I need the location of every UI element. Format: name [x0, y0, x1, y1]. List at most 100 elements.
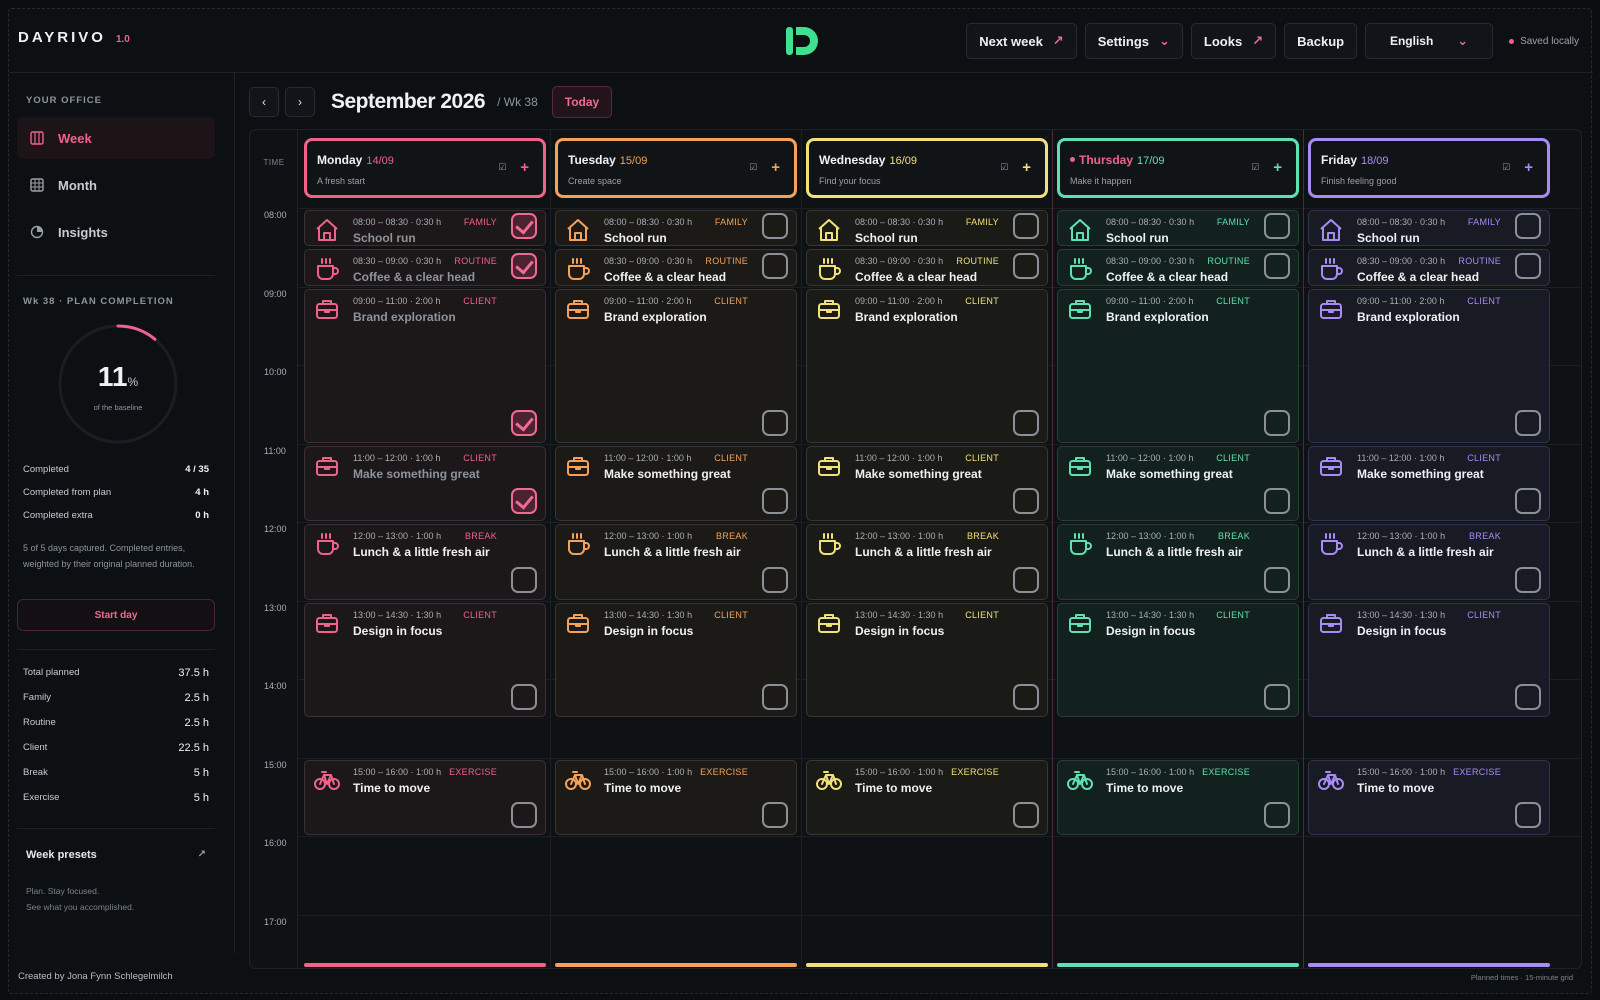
event-checkbox[interactable] [762, 488, 788, 514]
event-checkbox[interactable] [1013, 409, 1039, 436]
event-checkbox[interactable] [1264, 802, 1290, 828]
event-checkbox[interactable] [762, 409, 788, 436]
add-event-icon[interactable]: + [1524, 159, 1533, 176]
add-event-icon[interactable]: + [1273, 159, 1282, 176]
event-checkbox[interactable] [1264, 213, 1290, 240]
event-card[interactable]: 08:30 – 09:00 · 0:30 h ROUTINE Coffee & a … [1308, 249, 1550, 286]
event-card[interactable]: 13:00 – 14:30 · 1:30 h CLIENT Design in fo… [304, 602, 546, 718]
day-checklist-icon[interactable]: ☑ [1000, 162, 1008, 173]
event-card[interactable]: 08:30 – 09:00 · 0:30 h ROUTINE Coffee & a … [806, 249, 1048, 286]
event-card[interactable]: 09:00 – 11:00 · 2:00 h CLIENT Brand explor… [1057, 288, 1299, 443]
event-card[interactable]: 08:00 – 08:30 · 0:30 h FAMILY School run [555, 210, 797, 247]
day-checklist-icon[interactable]: ☑ [1251, 162, 1259, 173]
status-dot [1509, 38, 1515, 44]
event-checkbox[interactable] [1013, 213, 1039, 240]
event-card[interactable]: 09:00 – 11:00 · 2:00 h CLIENT Brand explor… [806, 288, 1048, 443]
event-checkbox[interactable] [762, 213, 788, 240]
event-card[interactable]: 12:00 – 13:00 · 1:00 h BREAK Lunch & a lit… [1057, 524, 1299, 600]
event-time: 12:00 – 13:00 · 1:00 h [855, 531, 944, 541]
event-checkbox[interactable] [1013, 684, 1039, 711]
event-checkbox[interactable] [1264, 252, 1290, 279]
event-checkbox[interactable] [1515, 252, 1541, 279]
day-actions: ☑ + [1000, 159, 1031, 176]
event-card[interactable]: 12:00 – 13:00 · 1:00 h BREAK Lunch & a lit… [555, 524, 797, 600]
event-card[interactable]: 08:30 – 09:00 · 0:30 h ROUTINE Coffee & a … [555, 249, 797, 286]
start-day-button[interactable]: Start day [17, 599, 215, 631]
week-presets-button[interactable]: Week presets ↗ [26, 849, 206, 861]
sidebar-item-insights[interactable]: Insights [17, 211, 215, 253]
settings-button[interactable]: Settings ⌄ [1084, 23, 1183, 59]
event-card[interactable]: 11:00 – 12:00 · 1:00 h CLIENT Make somethi… [1057, 445, 1299, 521]
add-event-icon[interactable]: + [1022, 159, 1031, 176]
event-card[interactable]: 09:00 – 11:00 · 2:00 h CLIENT Brand explor… [1308, 288, 1550, 443]
event-card[interactable]: 13:00 – 14:30 · 1:30 h CLIENT Design in fo… [555, 602, 797, 718]
event-card[interactable]: 08:00 – 08:30 · 0:30 h FAMILY School run [1057, 210, 1299, 247]
next-week-button[interactable]: Next week ↗ [966, 23, 1077, 59]
day-divider [550, 130, 551, 968]
event-card[interactable]: 09:00 – 11:00 · 2:00 h CLIENT Brand explor… [304, 288, 546, 443]
event-card[interactable]: 13:00 – 14:30 · 1:30 h CLIENT Design in fo… [1308, 602, 1550, 718]
event-checkbox[interactable] [1515, 409, 1541, 436]
event-checkbox[interactable] [1515, 802, 1541, 828]
day-checklist-icon[interactable]: ☑ [749, 162, 757, 173]
event-card[interactable]: 13:00 – 14:30 · 1:30 h CLIENT Design in fo… [1057, 602, 1299, 718]
backup-button[interactable]: Backup [1284, 23, 1358, 59]
today-button[interactable]: Today [551, 86, 613, 118]
event-card[interactable]: 12:00 – 13:00 · 1:00 h BREAK Lunch & a lit… [806, 524, 1048, 600]
prev-week-button[interactable]: ‹ [249, 87, 279, 117]
event-card[interactable]: 09:00 – 11:00 · 2:00 h CLIENT Brand explor… [555, 288, 797, 443]
add-event-icon[interactable]: + [771, 159, 780, 176]
event-checkbox[interactable] [1515, 566, 1541, 593]
event-card[interactable]: 08:00 – 08:30 · 0:30 h FAMILY School run [1308, 210, 1550, 247]
event-checkbox[interactable] [1515, 488, 1541, 514]
next-week-nav-button[interactable]: › [285, 87, 315, 117]
event-checkbox[interactable] [762, 566, 788, 593]
event-card[interactable]: 08:30 – 09:00 · 0:30 h ROUTINE Coffee & a … [304, 249, 546, 286]
day-checklist-icon[interactable]: ☑ [498, 162, 506, 173]
event-card[interactable]: 11:00 – 12:00 · 1:00 h CLIENT Make somethi… [555, 445, 797, 521]
looks-button[interactable]: Looks ↗ [1190, 23, 1277, 59]
event-card[interactable]: 13:00 – 14:30 · 1:30 h CLIENT Design in fo… [806, 602, 1048, 718]
event-checkbox[interactable] [1013, 252, 1039, 279]
event-checkbox[interactable] [511, 213, 537, 240]
event-card[interactable]: 15:00 – 16:00 · 1:00 h EXERCISE Time to mo… [1057, 759, 1299, 835]
event-checkbox[interactable] [511, 409, 537, 436]
event-card[interactable]: 08:00 – 08:30 · 0:30 h FAMILY School run [304, 210, 546, 247]
event-checkbox[interactable] [511, 684, 537, 711]
event-checkbox[interactable] [762, 802, 788, 828]
add-event-icon[interactable]: + [520, 159, 529, 176]
day-checklist-icon[interactable]: ☑ [1502, 162, 1510, 173]
event-card[interactable]: 08:00 – 08:30 · 0:30 h FAMILY School run [806, 210, 1048, 247]
language-select[interactable]: English ⌄ [1365, 23, 1494, 59]
event-time: 12:00 – 13:00 · 1:00 h [353, 531, 442, 541]
event-card[interactable]: 12:00 – 13:00 · 1:00 h BREAK Lunch & a lit… [304, 524, 546, 600]
event-checkbox[interactable] [762, 684, 788, 711]
event-checkbox[interactable] [762, 252, 788, 279]
event-checkbox[interactable] [1013, 488, 1039, 514]
event-checkbox[interactable] [1013, 802, 1039, 828]
event-checkbox[interactable] [1515, 684, 1541, 711]
sidebar-item-week[interactable]: Week [17, 117, 215, 159]
event-checkbox[interactable] [1515, 213, 1541, 240]
event-checkbox[interactable] [511, 802, 537, 828]
event-card[interactable]: 08:30 – 09:00 · 0:30 h ROUTINE Coffee & a … [1057, 249, 1299, 286]
event-checkbox[interactable] [511, 488, 537, 514]
sidebar-item-month[interactable]: Month [17, 164, 215, 206]
event-checkbox[interactable] [1264, 488, 1290, 514]
event-checkbox[interactable] [1264, 409, 1290, 436]
event-checkbox[interactable] [1264, 566, 1290, 593]
event-card[interactable]: 15:00 – 16:00 · 1:00 h EXERCISE Time to mo… [555, 759, 797, 835]
event-card[interactable]: 11:00 – 12:00 · 1:00 h CLIENT Make somethi… [304, 445, 546, 521]
event-card[interactable]: 11:00 – 12:00 · 1:00 h CLIENT Make somethi… [1308, 445, 1550, 521]
event-card[interactable]: 15:00 – 16:00 · 1:00 h EXERCISE Time to mo… [304, 759, 546, 835]
event-card[interactable]: 12:00 – 13:00 · 1:00 h BREAK Lunch & a lit… [1308, 524, 1550, 600]
event-card[interactable]: 15:00 – 16:00 · 1:00 h EXERCISE Time to mo… [806, 759, 1048, 835]
event-category: EXERCISE [951, 766, 999, 777]
event-checkbox[interactable] [511, 252, 537, 279]
event-card[interactable]: 11:00 – 12:00 · 1:00 h CLIENT Make somethi… [806, 445, 1048, 521]
briefcase-icon [1069, 613, 1091, 633]
event-checkbox[interactable] [1013, 566, 1039, 593]
event-card[interactable]: 15:00 – 16:00 · 1:00 h EXERCISE Time to mo… [1308, 759, 1550, 835]
event-checkbox[interactable] [1264, 684, 1290, 711]
event-checkbox[interactable] [511, 566, 537, 593]
